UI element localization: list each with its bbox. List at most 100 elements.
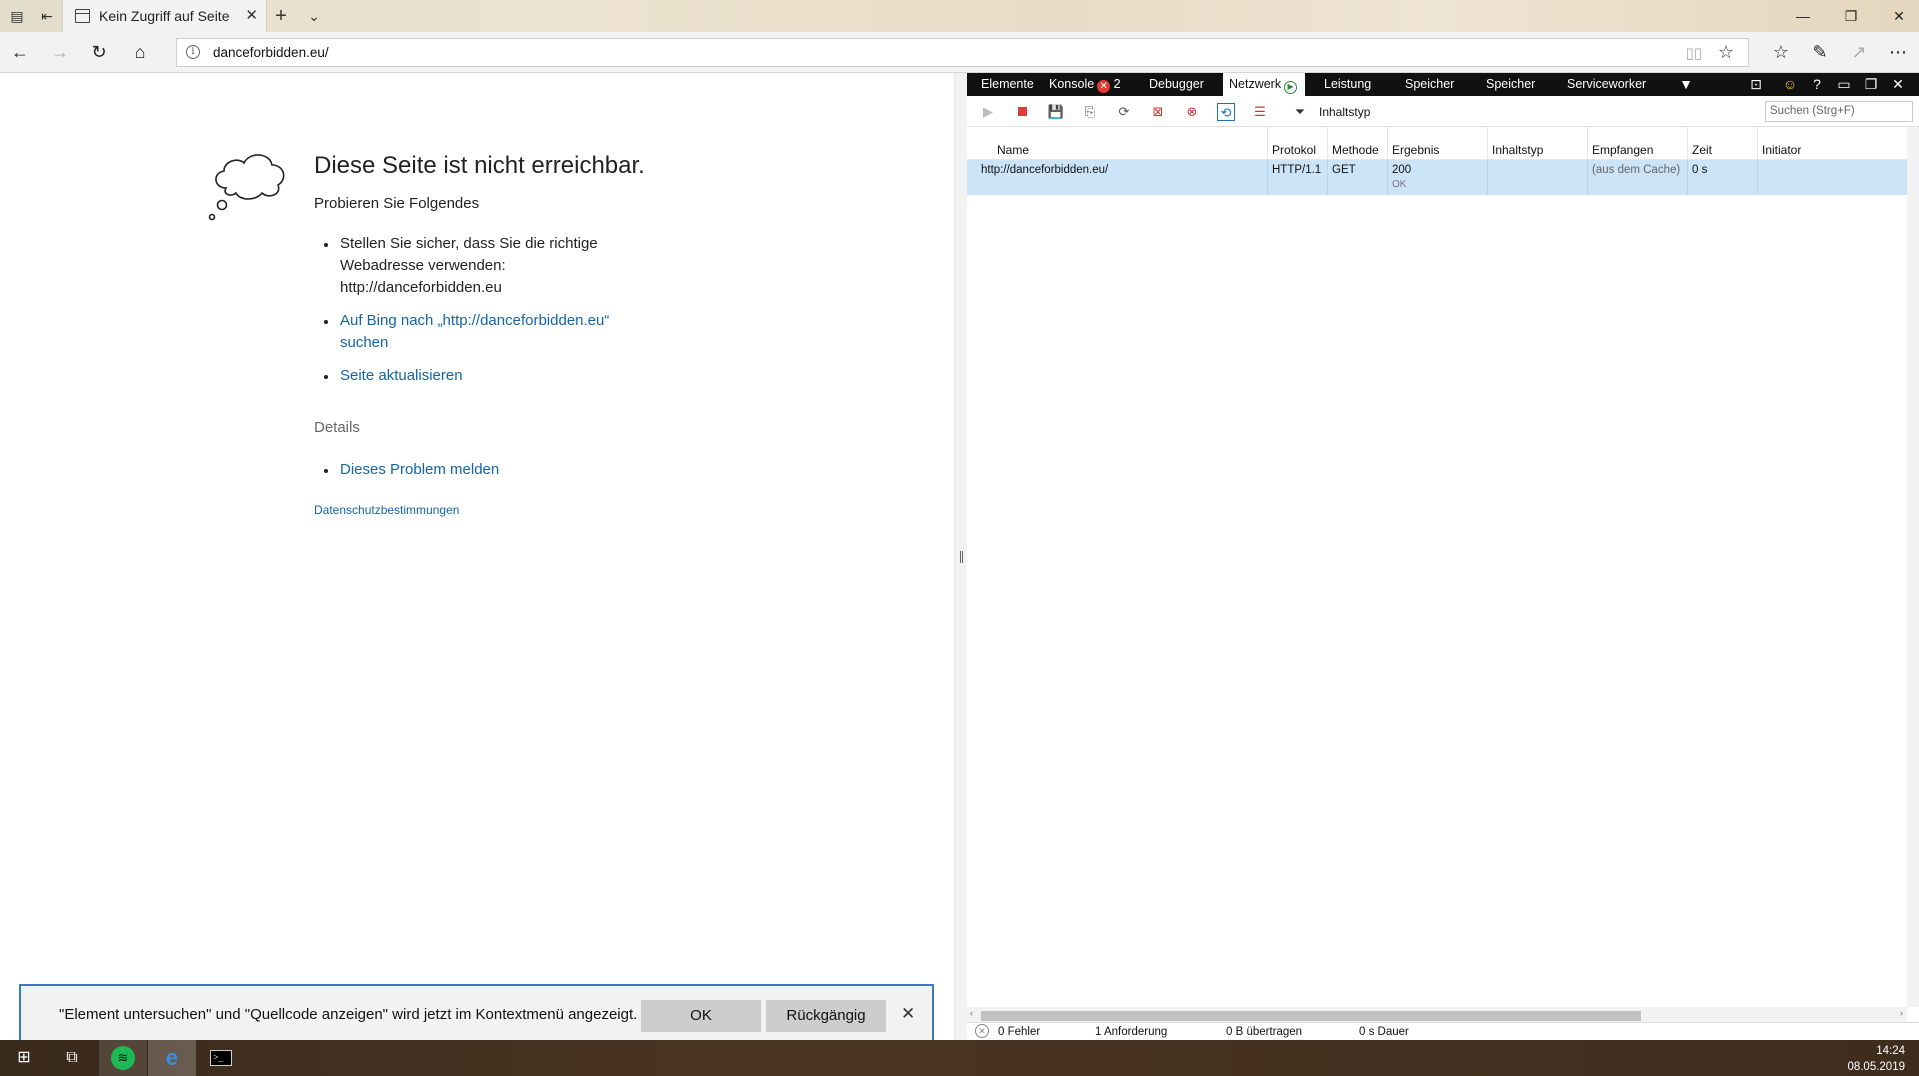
feedback-smiley-icon[interactable]: ☺: [1779, 73, 1801, 96]
row-status-text: OK: [1392, 179, 1407, 190]
notification-close-icon[interactable]: ✕: [901, 1004, 915, 1024]
clear-on-navigate-icon[interactable]: ⟲: [1217, 103, 1235, 121]
devtools-search-input[interactable]: Suchen (Strg+F): [1765, 101, 1913, 122]
forward-icon[interactable]: →: [48, 41, 72, 63]
reading-view-icon[interactable]: ▯▯: [1685, 44, 1702, 62]
tab-network[interactable]: Netzwerk ▶: [1223, 73, 1305, 96]
refresh-icon[interactable]: ↻: [87, 41, 111, 63]
tab-memory[interactable]: Speicher: [1399, 73, 1460, 96]
suggestion-refresh-link[interactable]: Seite aktualisieren: [324, 365, 463, 387]
column-header-method[interactable]: Methode: [1327, 127, 1387, 160]
error-title: Diese Seite ist nicht erreichbar.: [314, 152, 645, 179]
details-heading[interactable]: Details: [314, 419, 360, 436]
clear-cache-icon[interactable]: ⊗: [1183, 103, 1201, 121]
horizontal-scrollbar[interactable]: ‹ ›: [967, 1007, 1907, 1022]
column-header-received[interactable]: Empfangen: [1587, 127, 1687, 160]
row-content-type: [1487, 160, 1587, 195]
import-icon[interactable]: ⎘: [1081, 103, 1099, 121]
share-icon[interactable]: ↗: [1847, 41, 1871, 63]
play-icon[interactable]: ▶: [979, 103, 997, 121]
clock-time: 14:24: [1876, 1045, 1905, 1057]
thought-cloud-icon: [208, 154, 285, 221]
row-result: 200 OK: [1387, 160, 1487, 195]
address-bar[interactable]: i danceforbidden.eu/ ▯▯ ☆: [176, 38, 1749, 67]
console-error-count: 2: [1113, 77, 1121, 91]
filter-icon[interactable]: ⏷: [1291, 103, 1309, 121]
undock-icon[interactable]: ❐: [1860, 73, 1882, 96]
clear-entries-icon[interactable]: ⊠: [1149, 103, 1167, 121]
tab-close-icon[interactable]: ✕: [245, 6, 258, 24]
web-note-pen-icon[interactable]: ✎: [1808, 41, 1832, 63]
suggestion-check-address: Stellen Sie sicher, dass Sie die richtig…: [324, 233, 598, 299]
home-icon[interactable]: ⌂: [128, 41, 152, 63]
tab-storage[interactable]: Speicher: [1480, 73, 1541, 96]
row-protocol: HTTP/1.1: [1267, 160, 1327, 195]
always-refresh-icon[interactable]: ⟳: [1115, 103, 1133, 121]
address-url[interactable]: danceforbidden.eu/: [213, 45, 329, 60]
more-menu-icon[interactable]: ⋯: [1886, 41, 1910, 63]
column-header-content-type[interactable]: Inhaltstyp: [1487, 127, 1587, 160]
page-favicon-icon: [75, 9, 90, 23]
tab-performance[interactable]: Leistung: [1318, 73, 1377, 96]
row-method: GET: [1327, 160, 1387, 195]
tab-serviceworker[interactable]: Serviceworker: [1561, 73, 1652, 96]
tab-elements[interactable]: Elemente: [975, 73, 1040, 96]
notification-message: "Element untersuchen" und "Quellcode anz…: [59, 1006, 638, 1023]
column-header-result[interactable]: Ergebnis: [1387, 127, 1487, 160]
network-recording-icon: ▶: [1284, 81, 1298, 94]
terminal-icon[interactable]: >_: [197, 1040, 245, 1076]
row-time: 0 s: [1687, 160, 1757, 195]
edge-browser-icon[interactable]: e: [148, 1040, 196, 1076]
filter-content-type[interactable]: Inhaltstyp: [1319, 105, 1370, 119]
column-header-time[interactable]: Zeit: [1687, 127, 1757, 160]
minimize-icon[interactable]: —: [1788, 6, 1818, 26]
devtools-close-icon[interactable]: ✕: [1887, 73, 1909, 96]
table-row[interactable]: http://danceforbidden.eu/ HTTP/1.1 GET 2…: [967, 160, 1907, 195]
console-drawer-icon[interactable]: ⊡: [1745, 73, 1767, 96]
column-header-name[interactable]: Name: [967, 127, 1267, 160]
clear-cookies-icon[interactable]: ☰: [1251, 103, 1269, 121]
privacy-link[interactable]: Datenschutzbestimmungen: [314, 503, 459, 517]
scrollbar-thumb[interactable]: [981, 1011, 1641, 1021]
task-view-icon[interactable]: ⧉: [48, 1040, 96, 1076]
set-aside-tabs-icon[interactable]: ⇤: [38, 7, 56, 25]
tab-preview-chevron-icon[interactable]: ⌄: [305, 7, 323, 25]
column-header-protocol[interactable]: Protokol: [1267, 127, 1327, 160]
tab-list-icon[interactable]: ▤: [8, 7, 26, 25]
window-close-icon[interactable]: ✕: [1884, 6, 1914, 26]
restore-icon[interactable]: ❐: [1836, 6, 1866, 26]
new-tab-icon[interactable]: +: [272, 6, 290, 26]
site-info-icon[interactable]: i: [186, 45, 200, 59]
taskbar-clock[interactable]: 14:24 08.05.2019: [1847, 1043, 1905, 1075]
help-icon[interactable]: ?: [1806, 73, 1828, 96]
row-status-code: 200: [1392, 164, 1412, 176]
save-icon[interactable]: 💾: [1047, 103, 1065, 121]
devtools-splitter[interactable]: [954, 73, 968, 1040]
scroll-left-icon[interactable]: ‹: [970, 1008, 973, 1018]
windows-start-icon[interactable]: ⊞: [0, 1040, 48, 1076]
status-requests: 1 Anforderung: [1095, 1026, 1168, 1038]
network-status-bar: ✕ 0 Fehler 1 Anforderung 0 B übertragen …: [967, 1022, 1919, 1040]
vertical-scrollbar[interactable]: [1907, 127, 1919, 1007]
dock-bottom-icon[interactable]: ▭: [1833, 73, 1855, 96]
spotify-icon[interactable]: ≋: [99, 1040, 147, 1076]
status-errors: 0 Fehler: [998, 1026, 1041, 1038]
splitter-grip-icon[interactable]: [960, 551, 963, 563]
tab-debugger[interactable]: Debugger: [1143, 73, 1210, 96]
report-problem-link[interactable]: Dieses Problem melden: [324, 459, 499, 481]
column-header-initiator[interactable]: Initiator: [1757, 127, 1907, 160]
more-tabs-dropdown-icon[interactable]: ▼: [1675, 73, 1697, 96]
notification-undo-button[interactable]: Rückgängig: [766, 1000, 886, 1032]
scroll-right-icon[interactable]: ›: [1900, 1008, 1903, 1018]
back-icon[interactable]: ←: [8, 41, 32, 63]
suggestion-bing-search-link[interactable]: Auf Bing nach „http://danceforbidden.eu“…: [324, 310, 609, 354]
tab-console[interactable]: Konsole ✕ 2: [1043, 73, 1127, 96]
browser-tab-active[interactable]: Kein Zugriff auf Seite ✕: [62, 0, 267, 32]
notification-ok-button[interactable]: OK: [641, 1000, 761, 1032]
navigation-bar: ← → ↻ ⌂ i danceforbidden.eu/ ▯▯ ☆ ☆ ✎ ↗ …: [0, 32, 1919, 73]
stop-recording-icon[interactable]: [1013, 103, 1031, 121]
network-toolbar: ▶ 💾 ⎘ ⟳ ⊠ ⊗ ⟲ ☰ ⏷ Inhaltstyp Suchen (Str…: [967, 96, 1919, 127]
status-duration: 0 s Dauer: [1359, 1026, 1409, 1038]
favorites-hub-icon[interactable]: ☆: [1769, 41, 1793, 63]
favorite-star-icon[interactable]: ☆: [1718, 42, 1734, 63]
